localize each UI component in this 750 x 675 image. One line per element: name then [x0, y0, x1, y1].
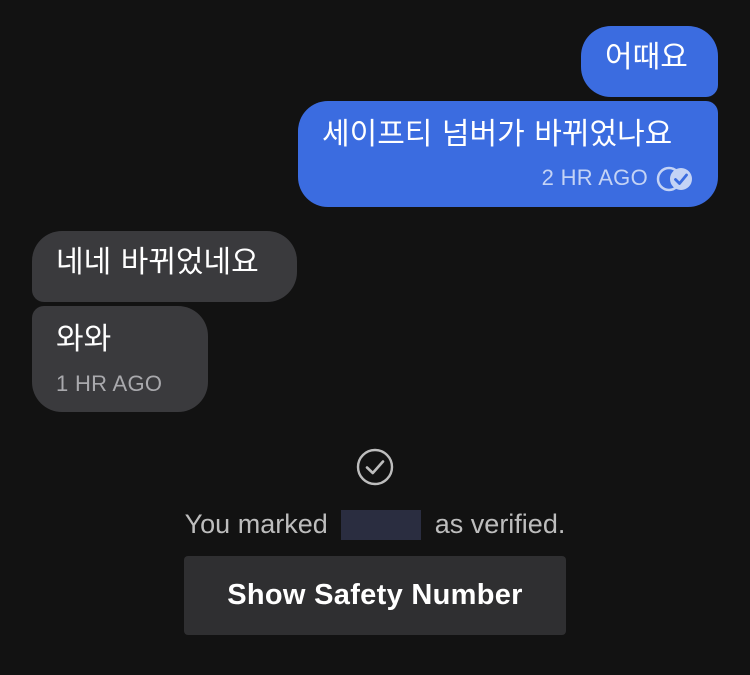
message-text: 어때요: [605, 40, 688, 75]
message-bubble-outgoing[interactable]: 세이프티 넘버가 바뀌었나요 2 HR AGO: [298, 101, 718, 207]
delivered-check-icon: [656, 166, 692, 192]
message-bubble-outgoing[interactable]: 어때요: [581, 26, 718, 97]
message-text: 세이프티 넘버가 바뀌었나요: [322, 117, 673, 152]
verification-prefix: You marked: [184, 509, 328, 539]
message-bubble-incoming[interactable]: 네네 바뀌었네요: [32, 231, 297, 302]
verification-suffix: as verified.: [434, 509, 566, 539]
redacted-contact-name: [341, 510, 422, 540]
message-bubble-incoming[interactable]: 와와 1 HR AGO: [32, 306, 208, 412]
message-timestamp: 1 HR AGO: [56, 371, 163, 396]
message-timestamp: 2 HR AGO: [541, 165, 648, 190]
message-text: 와와: [56, 322, 112, 357]
verification-notice: You marked as verified.: [0, 507, 750, 541]
show-safety-number-button[interactable]: Show Safety Number: [184, 556, 566, 635]
message-text: 네네 바뀌었네요: [56, 245, 259, 280]
check-circle-icon: [356, 448, 394, 486]
